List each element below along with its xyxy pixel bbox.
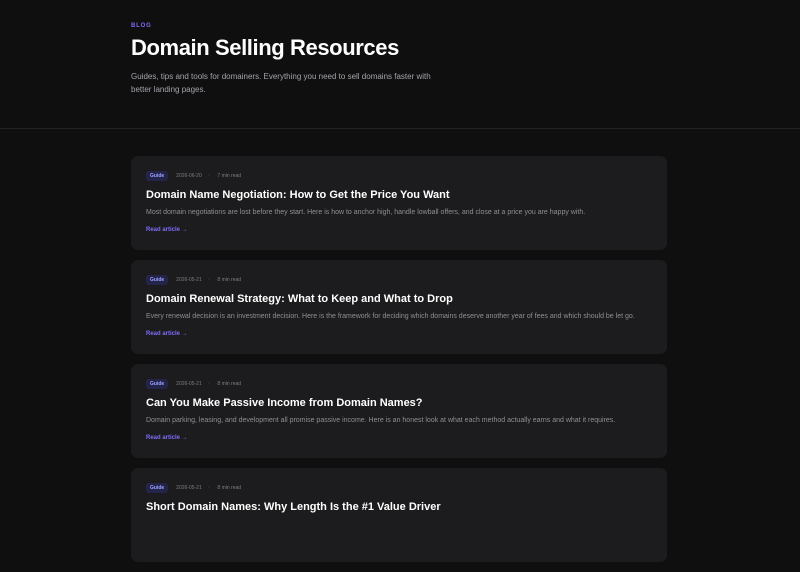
article-card[interactable]: Guide 2026-06-20 · 7 min read Domain Nam… <box>131 156 667 250</box>
read-time: 8 min read <box>217 485 242 491</box>
article-meta: Guide 2026-05-21 · 8 min read <box>146 379 241 389</box>
article-date: 2026-05-21 <box>176 277 202 283</box>
article-date: 2026-05-21 <box>176 381 202 387</box>
article-card[interactable]: Guide 2026-05-21 · 8 min read Domain Ren… <box>131 260 667 354</box>
meta-separator: · <box>207 485 210 491</box>
article-title[interactable]: Short Domain Names: Why Length Is the #1… <box>146 501 441 513</box>
article-card[interactable]: Guide 2026-05-21 · 8 min read Can You Ma… <box>131 364 667 458</box>
meta-separator: · <box>207 381 210 387</box>
article-excerpt: Every renewal decision is an investment … <box>146 313 635 320</box>
meta-separator: · <box>207 277 210 283</box>
article-meta: Guide 2026-06-20 · 7 min read <box>146 171 241 181</box>
article-excerpt: Most domain negotiations are lost before… <box>146 209 586 216</box>
category-badge: Guide <box>146 275 169 285</box>
read-article-link[interactable]: Read article → <box>146 435 188 441</box>
article-list: Guide 2026-06-20 · 7 min read Domain Nam… <box>131 156 667 572</box>
page-header: BLOG Domain Selling Resources Guides, ti… <box>0 0 800 129</box>
read-time: 8 min read <box>217 277 242 283</box>
article-card[interactable]: Guide 2026-05-21 · 8 min read Short Doma… <box>131 468 667 562</box>
page-subtitle: Guides, tips and tools for domainers. Ev… <box>131 72 431 94</box>
section-eyebrow: BLOG <box>131 23 152 29</box>
read-time: 8 min read <box>217 381 242 387</box>
article-date: 2026-06-20 <box>176 173 202 179</box>
read-article-link[interactable]: Read article → <box>146 227 188 233</box>
category-badge: Guide <box>146 171 169 181</box>
article-title[interactable]: Domain Renewal Strategy: What to Keep an… <box>146 293 453 305</box>
article-meta: Guide 2026-05-21 · 8 min read <box>146 275 241 285</box>
meta-separator: · <box>207 173 210 179</box>
article-excerpt: Domain parking, leasing, and development… <box>146 417 616 424</box>
article-date: 2026-05-21 <box>176 485 202 491</box>
read-article-link[interactable]: Read article → <box>146 331 188 337</box>
article-meta: Guide 2026-05-21 · 8 min read <box>146 483 241 493</box>
category-badge: Guide <box>146 379 169 389</box>
article-title[interactable]: Can You Make Passive Income from Domain … <box>146 397 423 409</box>
article-title[interactable]: Domain Name Negotiation: How to Get the … <box>146 189 450 201</box>
read-time: 7 min read <box>217 173 242 179</box>
page-title: Domain Selling Resources <box>131 35 399 60</box>
category-badge: Guide <box>146 483 169 493</box>
